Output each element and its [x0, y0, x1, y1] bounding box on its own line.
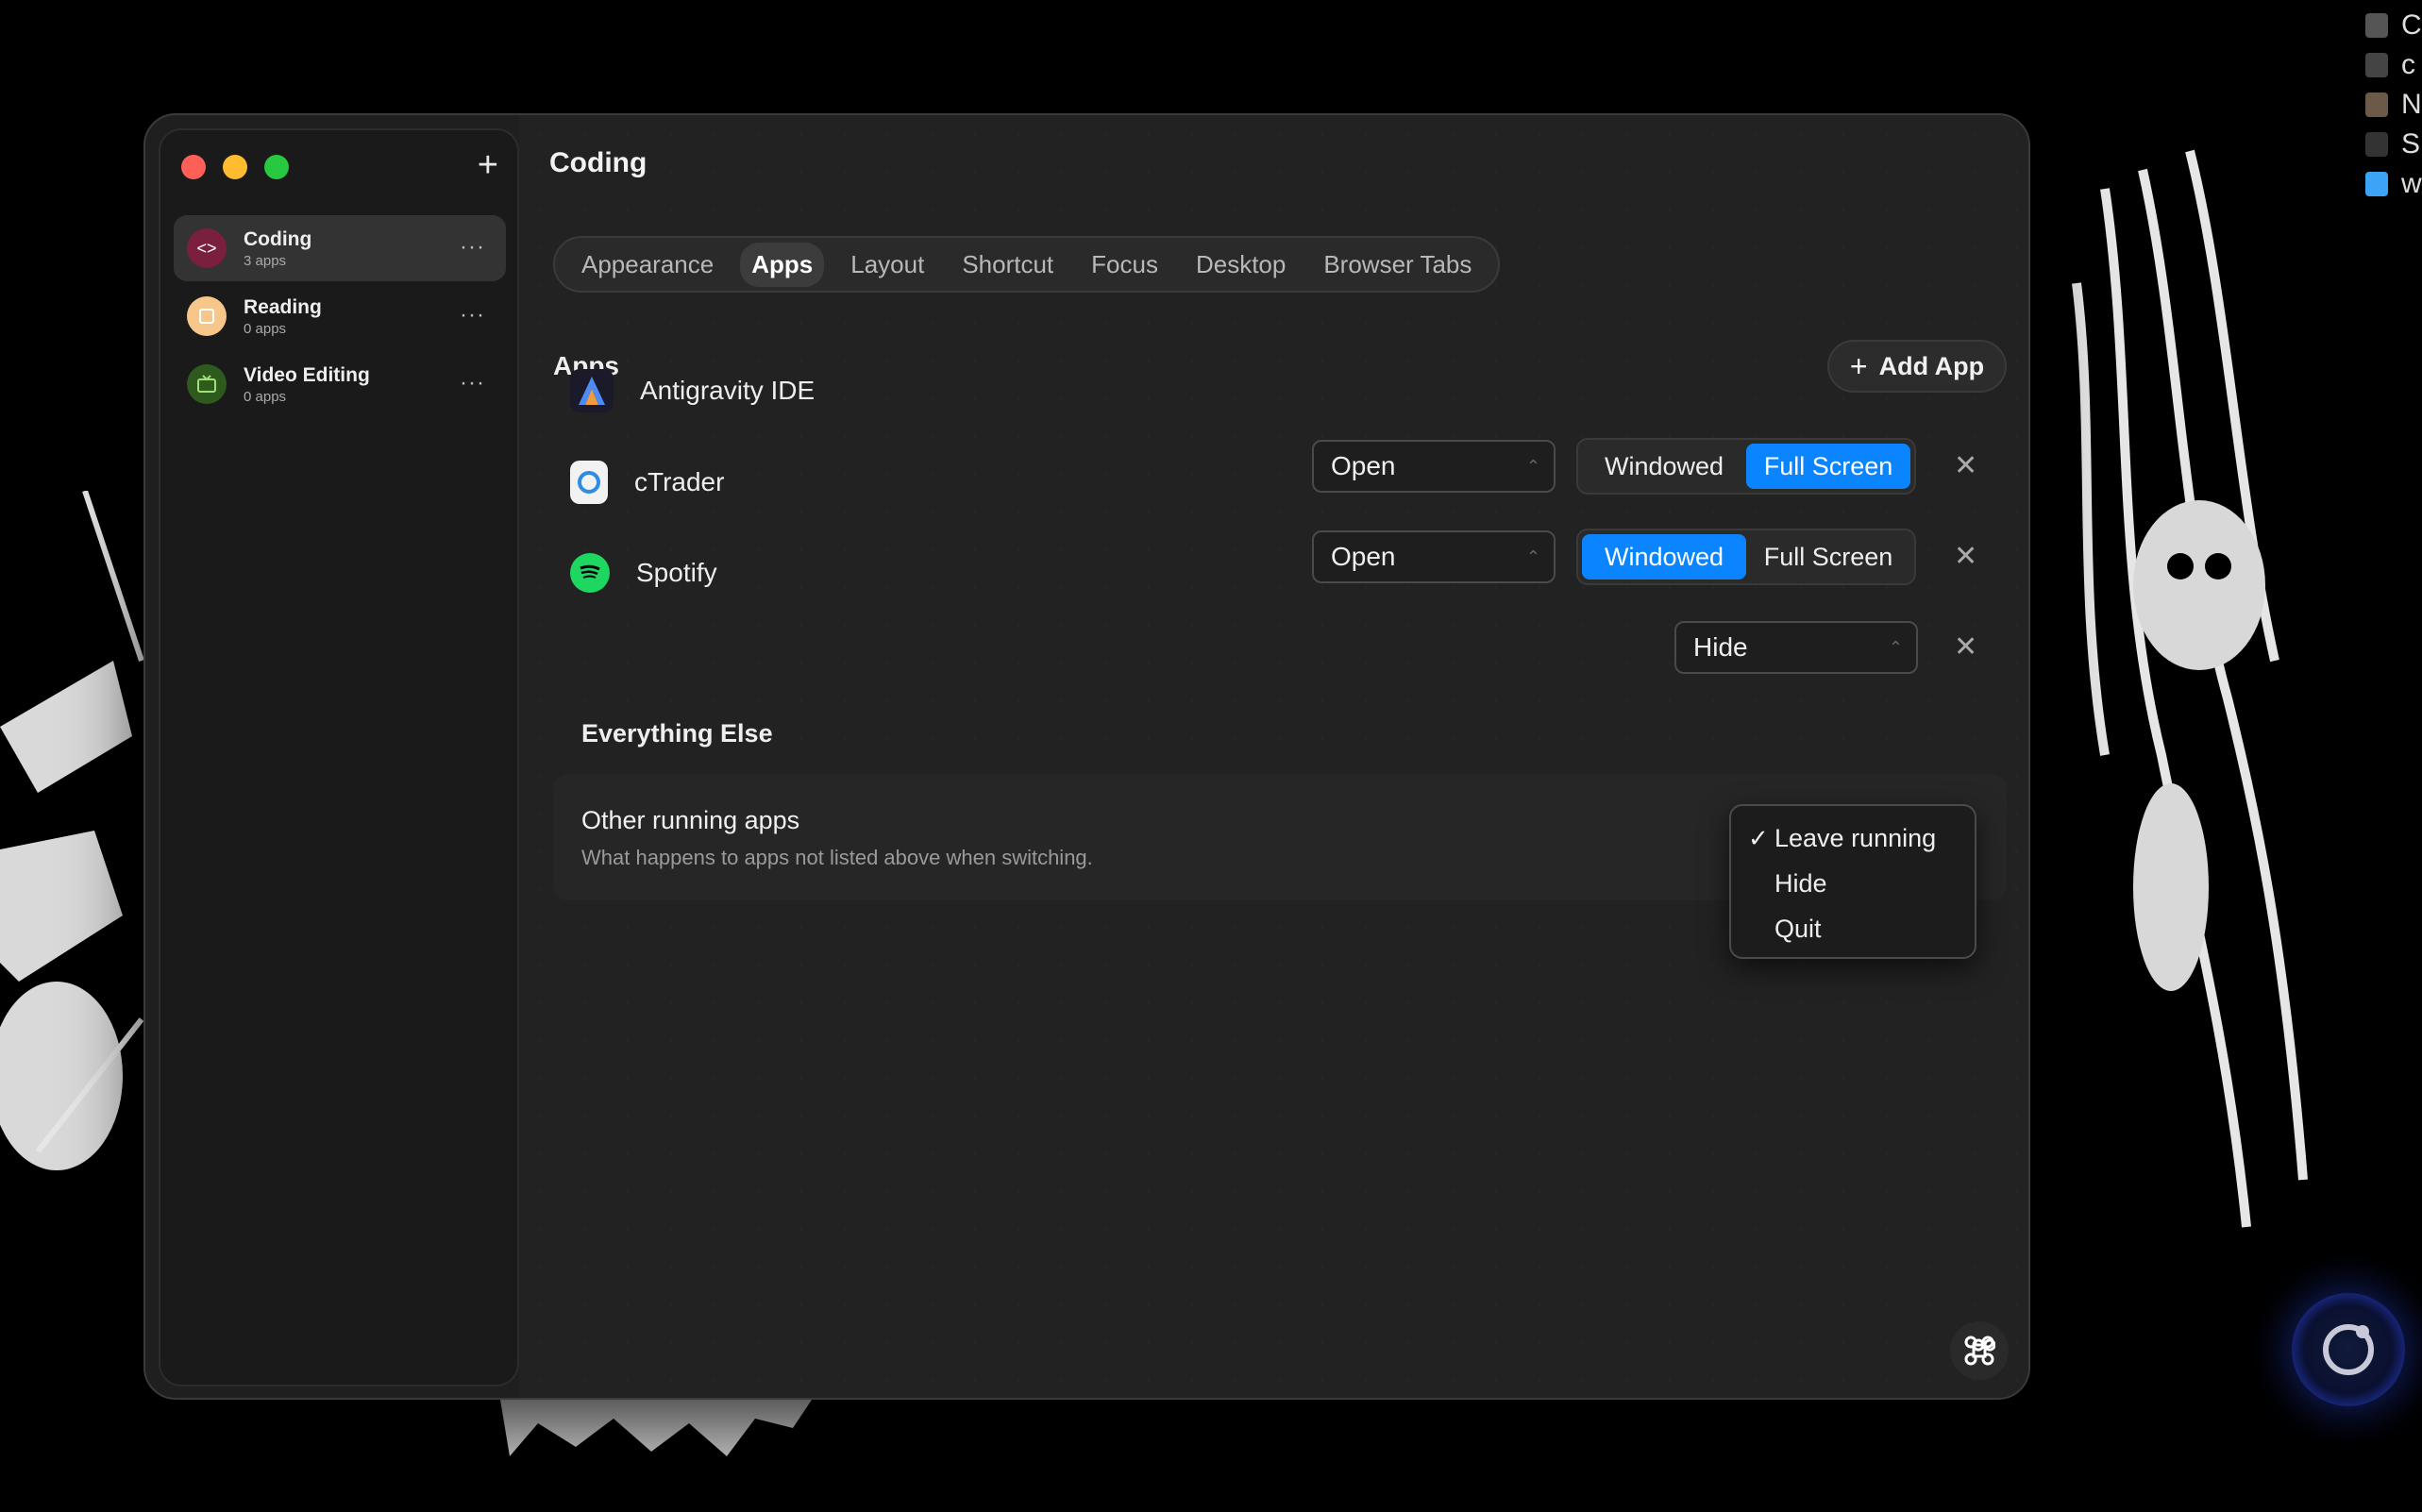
- other-apps-title: Other running apps: [581, 806, 800, 834]
- tab-shortcut[interactable]: Shortcut: [950, 243, 1065, 287]
- menu-item-leave-running[interactable]: ✓ Leave running: [1731, 815, 1975, 861]
- file-icon: [2365, 92, 2388, 117]
- app-row-antigravity: Antigravity IDE: [570, 358, 2014, 424]
- desktop-item[interactable]: N: [2365, 85, 2422, 125]
- command-icon: [1964, 1336, 1995, 1366]
- floating-orb-button[interactable]: [2292, 1293, 2405, 1406]
- menu-item-hide[interactable]: Hide: [1731, 861, 1975, 906]
- other-apps-dropdown-menu: ✓ Leave running Hide Quit: [1729, 804, 1976, 959]
- app-name: Antigravity IDE: [640, 376, 816, 405]
- more-options-button[interactable]: ···: [460, 234, 485, 260]
- more-options-button[interactable]: ···: [460, 302, 485, 328]
- app-row-ctrader: cTrader: [570, 449, 2014, 515]
- desktop-wallpaper-art-right: [2020, 94, 2341, 1321]
- tab-desktop[interactable]: Desktop: [1185, 243, 1297, 287]
- app-name: Spotify: [636, 558, 717, 587]
- desktop-item[interactable]: S: [2365, 125, 2422, 164]
- sidebar-item-reading[interactable]: Reading 0 apps ···: [174, 283, 506, 349]
- spotify-icon: [570, 553, 610, 593]
- device-icon: [2365, 53, 2388, 77]
- space-list: <> Coding 3 apps ··· Reading 0 apps ···: [174, 215, 506, 419]
- app-icon: [2365, 13, 2388, 38]
- window-controls: [181, 155, 289, 179]
- tab-browser-tabs[interactable]: Browser Tabs: [1312, 243, 1483, 287]
- code-icon: <>: [187, 228, 227, 268]
- drive-icon: [2365, 132, 2388, 157]
- app-row-spotify: Spotify: [570, 540, 2014, 606]
- tab-layout[interactable]: Layout: [839, 243, 935, 287]
- tab-bar: Appearance Apps Layout Shortcut Focus De…: [553, 236, 1501, 293]
- close-window-button[interactable]: [181, 155, 206, 179]
- more-options-button[interactable]: ···: [460, 370, 485, 396]
- desktop-wallpaper-art-left: [0, 491, 143, 1246]
- desktop-item[interactable]: c: [2365, 45, 2422, 85]
- app-action-select[interactable]: Hide ⌃: [1674, 621, 1918, 674]
- zoom-window-button[interactable]: [264, 155, 289, 179]
- desktop-icons: C c N S w: [2365, 6, 2422, 204]
- app-name: cTrader: [634, 467, 725, 496]
- folder-icon: [2365, 172, 2388, 196]
- add-space-button[interactable]: +: [478, 147, 498, 183]
- page-title: Coding: [549, 147, 648, 178]
- space-app-count: 3 apps: [244, 252, 287, 269]
- desktop-item[interactable]: C: [2365, 6, 2422, 45]
- everything-else-heading: Everything Else: [581, 719, 773, 748]
- other-apps-description: What happens to apps not listed above wh…: [581, 846, 1093, 869]
- space-name: Reading: [244, 295, 322, 318]
- settings-window: + <> Coding 3 apps ··· Reading 0 apps ··…: [143, 113, 2030, 1400]
- menu-item-quit[interactable]: Quit: [1731, 906, 1975, 951]
- minimize-window-button[interactable]: [223, 155, 247, 179]
- corner-action-button[interactable]: [1950, 1321, 2009, 1380]
- content-background: [519, 115, 2028, 1398]
- remove-app-button[interactable]: ✕: [1954, 630, 1977, 664]
- tab-apps[interactable]: Apps: [740, 242, 825, 287]
- tab-focus[interactable]: Focus: [1080, 243, 1169, 287]
- space-name: Coding: [244, 227, 312, 250]
- checkmark-icon: ✓: [1748, 823, 1769, 852]
- desktop-wallpaper-art-bottom: [500, 1400, 812, 1466]
- sidebar: + <> Coding 3 apps ··· Reading 0 apps ··…: [159, 128, 519, 1386]
- sidebar-item-coding[interactable]: <> Coding 3 apps ···: [174, 215, 506, 281]
- desktop-item[interactable]: w: [2365, 164, 2422, 204]
- tv-icon: [187, 364, 227, 404]
- space-app-count: 0 apps: [244, 320, 287, 337]
- book-icon: [187, 296, 227, 336]
- space-name: Video Editing: [244, 363, 370, 386]
- ctrader-icon: [570, 461, 608, 504]
- antigravity-icon: [570, 369, 614, 412]
- space-app-count: 0 apps: [244, 388, 287, 405]
- sidebar-item-video-editing[interactable]: Video Editing 0 apps ···: [174, 351, 506, 417]
- tab-appearance[interactable]: Appearance: [570, 243, 725, 287]
- ouroboros-icon: [2323, 1324, 2374, 1375]
- chevron-updown-icon: ⌃: [1888, 637, 1903, 657]
